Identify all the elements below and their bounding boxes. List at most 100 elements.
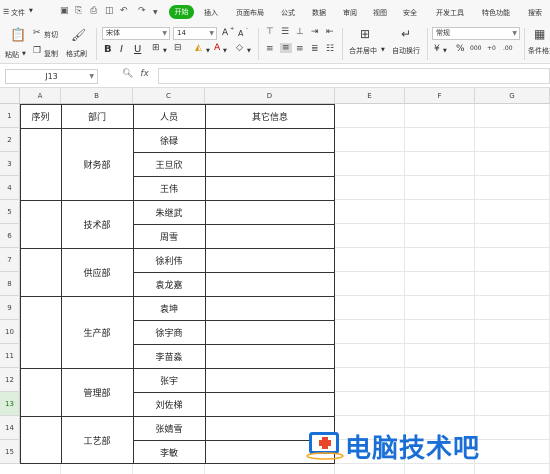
row-header[interactable]: 13: [0, 392, 20, 416]
paste-icon[interactable]: 📋: [10, 28, 26, 43]
table-header-cell[interactable]: 部门: [61, 104, 133, 128]
conditional-format-icon[interactable]: ▦: [534, 27, 545, 41]
tab-security[interactable]: 安全: [403, 8, 417, 18]
staff-cell[interactable]: 徐宇商: [133, 320, 205, 344]
conditional-format-button[interactable]: 条件格式: [528, 46, 550, 56]
department-cell[interactable]: 工艺部: [61, 416, 133, 464]
column-header[interactable]: F: [405, 88, 475, 104]
wrap-text-button[interactable]: 自动换行: [392, 46, 420, 56]
tab-insert[interactable]: 插入: [204, 8, 218, 18]
row-header[interactable]: 2: [0, 128, 20, 152]
tab-data[interactable]: 数据: [312, 8, 326, 18]
align-left-icon[interactable]: ≡: [266, 44, 274, 54]
align-right-icon[interactable]: ≡: [296, 44, 304, 54]
chevron-down-icon[interactable]: ▼: [247, 48, 251, 54]
percent-button[interactable]: %: [456, 44, 465, 54]
row-header[interactable]: 8: [0, 272, 20, 296]
copy-button[interactable]: 复制: [44, 49, 58, 59]
align-top-icon[interactable]: ⊤: [266, 27, 274, 37]
sequence-cell[interactable]: [20, 248, 61, 296]
decrease-decimal-button[interactable]: .00: [503, 45, 513, 52]
font-color-icon[interactable]: A: [214, 43, 220, 53]
formula-input[interactable]: [158, 68, 550, 84]
other-info-cell[interactable]: [205, 392, 335, 416]
sequence-cell[interactable]: [20, 368, 61, 416]
sequence-cell[interactable]: [20, 200, 61, 248]
clear-format-icon[interactable]: ◇: [236, 43, 243, 53]
print-preview-icon[interactable]: ◫: [105, 6, 114, 16]
row-header[interactable]: 6: [0, 224, 20, 248]
zoom-icon[interactable]: 🔍︎: [122, 69, 133, 79]
print-icon[interactable]: ⎙: [90, 6, 97, 16]
row-header[interactable]: 5: [0, 200, 20, 224]
tab-view[interactable]: 视图: [373, 8, 387, 18]
paste-button[interactable]: 粘贴: [5, 50, 19, 60]
border-icon[interactable]: ⊞: [152, 43, 160, 53]
row-header[interactable]: 15: [0, 440, 20, 464]
other-info-cell[interactable]: [205, 200, 335, 224]
font-name-select[interactable]: 宋体 ▼: [102, 27, 170, 40]
row-header[interactable]: 1: [0, 104, 20, 128]
increase-decimal-button[interactable]: +0: [487, 45, 496, 52]
row-header[interactable]: 12: [0, 368, 20, 392]
other-info-cell[interactable]: [205, 152, 335, 176]
staff-cell[interactable]: 刘佐梯: [133, 392, 205, 416]
tab-start[interactable]: 开始: [169, 5, 194, 19]
other-info-cell[interactable]: [205, 224, 335, 248]
other-info-cell[interactable]: [205, 296, 335, 320]
distributed-icon[interactable]: ☷: [326, 44, 334, 54]
other-info-cell[interactable]: [205, 368, 335, 392]
grow-font-button[interactable]: A: [222, 28, 228, 38]
tab-review[interactable]: 审阅: [343, 8, 357, 18]
staff-cell[interactable]: 张婧雪: [133, 416, 205, 440]
staff-cell[interactable]: 王旦欣: [133, 152, 205, 176]
table-header-cell[interactable]: 其它信息: [205, 104, 335, 128]
column-header[interactable]: D: [205, 88, 335, 104]
cut-button[interactable]: 剪切: [44, 30, 58, 40]
other-info-cell[interactable]: [205, 320, 335, 344]
column-header[interactable]: B: [61, 88, 133, 104]
undo-icon[interactable]: ↶: [120, 6, 128, 16]
sequence-cell[interactable]: [20, 416, 61, 464]
merge-cells-icon[interactable]: ⊟: [174, 43, 182, 53]
chevron-down-icon[interactable]: ▼: [381, 47, 385, 53]
cut-icon[interactable]: ✂: [33, 28, 41, 38]
row-header[interactable]: 10: [0, 320, 20, 344]
staff-cell[interactable]: 朱继武: [133, 200, 205, 224]
underline-button[interactable]: U: [134, 44, 141, 55]
row-header[interactable]: 14: [0, 416, 20, 440]
thousands-separator-button[interactable]: 000: [470, 45, 481, 52]
staff-cell[interactable]: 李敏: [133, 440, 205, 464]
currency-button[interactable]: ¥: [434, 44, 440, 54]
spreadsheet-grid[interactable]: A B C D E F G 1 2 3 4 5 6 7 8 9 10 11 12 13 14 15 序列 部门 人员 其它信息 财务…: [0, 88, 550, 474]
sequence-cell[interactable]: [20, 296, 61, 368]
merge-center-button[interactable]: 合并居中: [349, 46, 377, 56]
staff-cell[interactable]: 王伟: [133, 176, 205, 200]
save-icon[interactable]: ▣: [60, 6, 69, 16]
tab-developer[interactable]: 开发工具: [436, 8, 464, 18]
indent-icon[interactable]: ⇥: [311, 27, 319, 37]
row-header[interactable]: 7: [0, 248, 20, 272]
other-info-cell[interactable]: [205, 344, 335, 368]
align-center-icon[interactable]: ≡: [280, 43, 292, 53]
redo-icon[interactable]: ↷: [138, 6, 146, 16]
align-bottom-icon[interactable]: ⊥: [296, 27, 304, 37]
select-all-corner[interactable]: [0, 88, 20, 104]
row-header[interactable]: 4: [0, 176, 20, 200]
font-size-select[interactable]: 14 ▼: [173, 27, 217, 40]
row-header[interactable]: 9: [0, 296, 20, 320]
chevron-down-icon[interactable]: ▼: [206, 48, 210, 54]
other-info-cell[interactable]: [205, 272, 335, 296]
justify-icon[interactable]: ≣: [311, 44, 319, 54]
hamburger-icon[interactable]: ☰: [3, 8, 9, 16]
number-format-select[interactable]: 常规 ▼: [432, 27, 520, 40]
chevron-down-icon[interactable]: ▼: [443, 48, 447, 54]
format-painter-button[interactable]: 格式刷: [66, 49, 87, 59]
column-header[interactable]: C: [133, 88, 205, 104]
table-header-cell[interactable]: 人员: [133, 104, 205, 128]
row-header[interactable]: 3: [0, 152, 20, 176]
name-box[interactable]: J13 ▼: [5, 69, 98, 84]
outdent-icon[interactable]: ⇤: [326, 27, 334, 37]
sequence-cell[interactable]: [20, 128, 61, 200]
bold-button[interactable]: B: [104, 44, 112, 55]
